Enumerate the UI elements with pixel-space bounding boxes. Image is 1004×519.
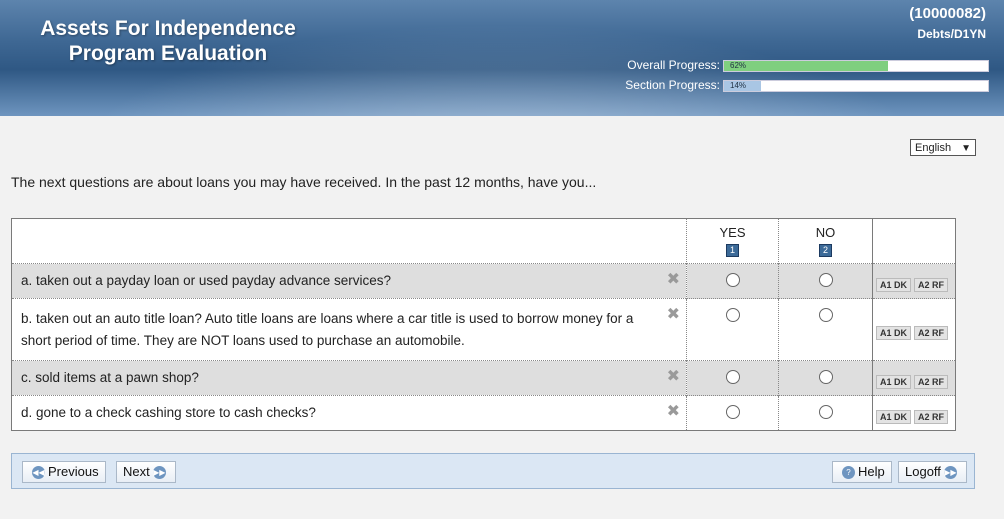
navigation-bar: ◀◀ Previous Next ▶▶ ? Help Logoff ▶▶ (11, 453, 975, 489)
grid-header-dkrf (872, 218, 956, 264)
help-button[interactable]: ? Help (832, 461, 892, 483)
dont-know-button[interactable]: A1 DK (876, 326, 912, 340)
refused-button[interactable]: A2 RF (914, 409, 949, 424)
help-label: Help (858, 464, 885, 479)
dont-know-button[interactable]: A1 DK (876, 374, 912, 389)
header-banner: Assets For Independence Program Evaluati… (0, 0, 1004, 116)
language-selected: English (915, 142, 952, 154)
case-id: (10000082) (909, 5, 986, 22)
previous-button[interactable]: ◀◀ Previous (22, 461, 106, 483)
grid-header-row: YES 1 NO 2 (11, 218, 956, 264)
app-title-line2: Program Evaluation (68, 42, 268, 65)
overall-progress-value: 62% (730, 61, 747, 70)
dkrf-cell: A1 DK A2 RF (872, 298, 956, 361)
answer-yes-cell (686, 298, 779, 361)
radio-no[interactable] (818, 272, 833, 287)
answer-no-cell (778, 360, 873, 396)
question-cell: c. sold items at a pawn shop? ✖ (11, 360, 687, 396)
dkrf-cell: A1 DK A2 RF (872, 263, 956, 299)
clear-answer-icon[interactable]: ✖ (667, 401, 680, 421)
answer-no-cell (778, 263, 873, 299)
previous-label: Previous (48, 464, 99, 479)
dkrf-cell: A1 DK A2 RF (872, 395, 956, 431)
help-icon: ? (842, 466, 855, 480)
section-progress-fill: 14% (724, 81, 761, 91)
logoff-label: Logoff (905, 464, 941, 479)
overall-progress-fill: 62% (724, 61, 888, 71)
section-code: Debts/D1YN (917, 27, 986, 41)
question-text: b. taken out an auto title loan? Auto ti… (21, 310, 634, 348)
question-intro: The next questions are about loans you m… (11, 174, 597, 190)
section-progress-label: Section Progress: (625, 78, 720, 92)
column-yes-label: YES (719, 225, 746, 240)
dont-know-button[interactable]: A1 DK (876, 277, 912, 292)
radio-yes[interactable] (725, 272, 740, 287)
clear-answer-icon[interactable]: ✖ (667, 269, 680, 289)
question-cell: a. taken out a payday loan or used payda… (11, 263, 687, 299)
radio-no[interactable] (818, 369, 833, 384)
dkrf-cell: A1 DK A2 RF (872, 360, 956, 396)
column-header-no: NO 2 (778, 218, 873, 264)
column-yes-code: 1 (726, 244, 739, 257)
app-title-line1: Assets For Independence (40, 17, 296, 40)
question-grid: YES 1 NO 2 a. taken out a payday loan or… (11, 218, 956, 431)
answer-yes-cell (686, 395, 779, 431)
clear-answer-icon[interactable]: ✖ (667, 366, 680, 386)
section-progress: Section Progress: 14% (560, 78, 990, 92)
question-row-b: b. taken out an auto title loan? Auto ti… (11, 298, 956, 361)
answer-yes-cell (686, 263, 779, 299)
overall-progress-bar: 62% (723, 60, 989, 72)
radio-yes[interactable] (725, 308, 740, 322)
section-progress-bar: 14% (723, 80, 989, 92)
grid-header-blank (11, 218, 687, 264)
refused-button[interactable]: A2 RF (914, 277, 949, 292)
question-cell: d. gone to a check cashing store to cash… (11, 395, 687, 431)
refused-button[interactable]: A2 RF (914, 374, 949, 389)
answer-no-cell (778, 395, 873, 431)
column-no-code: 2 (819, 244, 832, 257)
rewind-icon: ◀◀ (32, 466, 45, 480)
language-select[interactable]: English ▼ (910, 139, 976, 156)
section-progress-value: 14% (730, 81, 747, 90)
question-row-c: c. sold items at a pawn shop? ✖ A1 DK A2 … (11, 360, 956, 396)
refused-button[interactable]: A2 RF (914, 326, 949, 340)
answer-yes-cell (686, 360, 779, 396)
column-header-yes: YES 1 (686, 218, 779, 264)
next-button[interactable]: Next ▶▶ (116, 461, 176, 483)
fast-forward-icon: ▶▶ (943, 466, 957, 480)
answer-no-cell (778, 298, 873, 361)
radio-yes[interactable] (725, 404, 740, 419)
column-no-label: NO (815, 225, 836, 240)
dont-know-button[interactable]: A1 DK (876, 409, 912, 424)
question-text: c. sold items at a pawn shop? (21, 370, 199, 385)
logoff-button[interactable]: Logoff ▶▶ (898, 461, 967, 483)
question-cell: b. taken out an auto title loan? Auto ti… (11, 298, 687, 361)
overall-progress-label: Overall Progress: (627, 58, 720, 72)
radio-no[interactable] (818, 308, 833, 322)
app-title: Assets For Independence Program Evaluati… (33, 16, 303, 66)
chevron-down-icon: ▼ (961, 143, 971, 154)
question-text: d. gone to a check cashing store to cash… (21, 405, 316, 420)
question-row-a: a. taken out a payday loan or used payda… (11, 263, 956, 299)
fast-forward-icon: ▶▶ (152, 466, 166, 480)
question-text: a. taken out a payday loan or used payda… (21, 273, 391, 288)
overall-progress: Overall Progress: 62% (560, 58, 990, 72)
question-row-d: d. gone to a check cashing store to cash… (11, 395, 956, 431)
clear-answer-icon[interactable]: ✖ (667, 304, 680, 324)
radio-yes[interactable] (725, 369, 740, 384)
next-label: Next (123, 464, 150, 479)
radio-no[interactable] (818, 404, 833, 419)
